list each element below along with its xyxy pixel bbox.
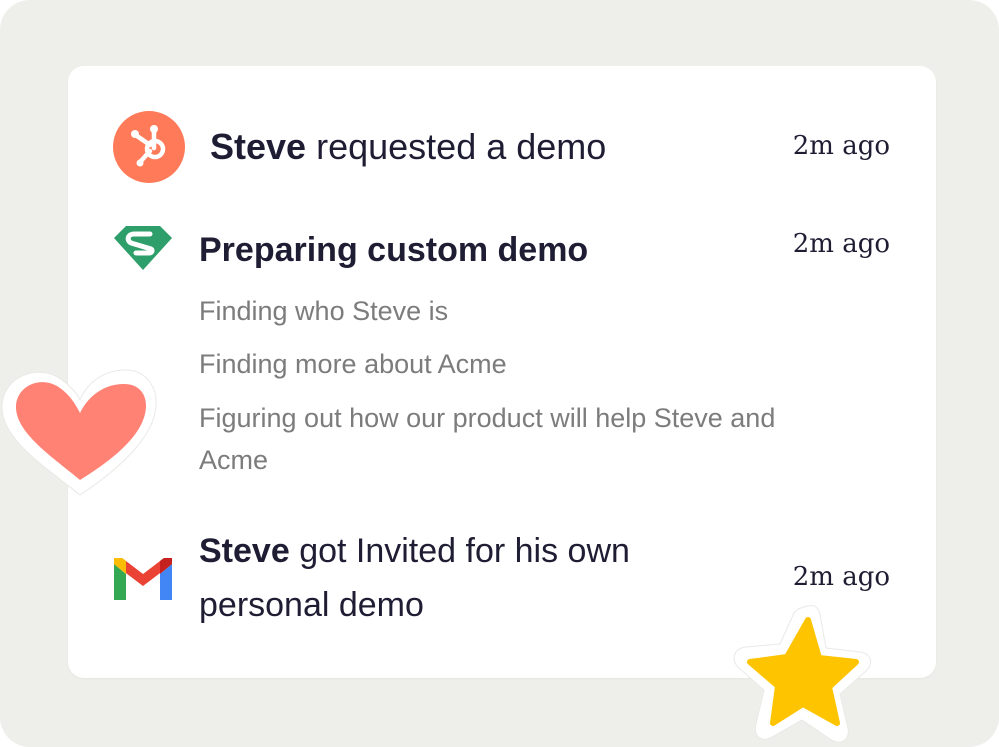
timestamp: 2m ago <box>792 131 890 161</box>
activity-title: Steve got Invited for his own personal d… <box>199 524 719 632</box>
superman-icon <box>114 226 172 270</box>
timestamp: 2m ago <box>792 562 890 592</box>
actor-name: Steve <box>210 126 307 167</box>
activity-heading: Preparing custom demo <box>199 231 589 269</box>
step-item: Finding who Steve is <box>199 296 449 326</box>
timestamp: 2m ago <box>792 229 890 259</box>
actor-name: Steve <box>199 532 290 570</box>
app-frame: Steve requested a demo 2m ago Preparing … <box>0 0 999 747</box>
hubspot-icon <box>113 111 185 183</box>
activity-item: Steve requested a demo 2m ago <box>68 66 936 196</box>
star-sticker <box>733 605 872 743</box>
step-item: Finding more about Acme <box>199 349 507 379</box>
activity-card: Steve requested a demo 2m ago Preparing … <box>68 66 936 678</box>
step-item: Figuring out how our product will help S… <box>199 403 776 475</box>
activity-item: Preparing custom demo 2m ago Finding who… <box>68 216 936 486</box>
activity-text: requested a demo <box>316 126 607 167</box>
activity-title: Steve requested a demo <box>210 125 606 169</box>
heart-sticker <box>1 369 157 496</box>
gmail-icon <box>114 558 172 600</box>
